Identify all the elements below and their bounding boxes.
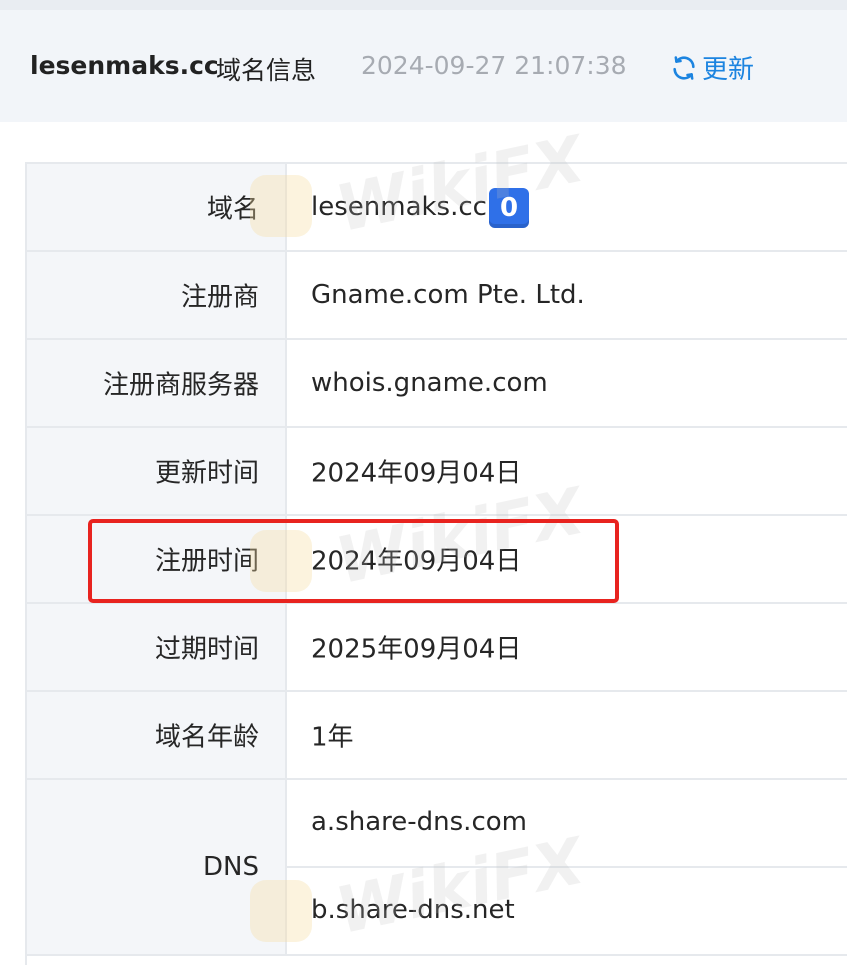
row-label: 过期时间 xyxy=(154,634,259,665)
table-row-registrar: 注册商 Gname.com Pte. Ltd. xyxy=(27,252,847,340)
row-value: 1年 xyxy=(311,722,354,753)
top-strip xyxy=(0,0,847,10)
row-label: 更新时间 xyxy=(154,458,259,489)
row-label: 注册商服务器 xyxy=(102,370,259,401)
row-label: 域名年龄 xyxy=(154,722,259,753)
table-row-domain: 域名 lesenmaks.cc xyxy=(27,164,847,252)
row-value: lesenmaks.cc xyxy=(311,192,487,222)
row-value: 2024年09月04日 xyxy=(311,458,522,489)
row-label: 域名 xyxy=(206,194,259,225)
refresh-label: 更新 xyxy=(702,55,755,85)
refresh-button[interactable]: 更新 xyxy=(670,49,754,86)
row-value: whois.gname.com xyxy=(311,368,548,398)
dns-value-1: a.share-dns.com xyxy=(311,807,527,837)
table-row-expiry: 过期时间 2025年09月04日 xyxy=(27,604,847,692)
refresh-icon xyxy=(673,55,695,80)
row-label: DNS xyxy=(203,852,259,882)
row-value: 2025年09月04日 xyxy=(311,634,522,665)
table-row-updated: 更新时间 2024年09月04日 xyxy=(27,428,847,516)
highlight-box xyxy=(88,519,619,603)
dns-value-2: b.share-dns.net xyxy=(311,895,515,925)
table-row-dns: DNS a.share-dns.com b.share-dns.net xyxy=(27,780,847,956)
header-timestamp: 2024-09-27 21:07:38 xyxy=(361,51,627,80)
header-title: 域名信息 xyxy=(216,56,317,85)
row-value: Gname.com Pte. Ltd. xyxy=(311,280,585,310)
table-row-age: 域名年龄 1年 xyxy=(27,692,847,780)
table-row-registrar-server: 注册商服务器 whois.gname.com xyxy=(27,340,847,428)
dns-divider xyxy=(285,866,847,868)
row-label: 注册商 xyxy=(180,282,259,313)
count-badge: 0 xyxy=(489,188,529,228)
header-domain: lesenmaks.cc xyxy=(30,51,219,80)
page-header: lesenmaks.cc 域名信息 2024-09-27 21:07:38 更新 xyxy=(0,10,847,122)
